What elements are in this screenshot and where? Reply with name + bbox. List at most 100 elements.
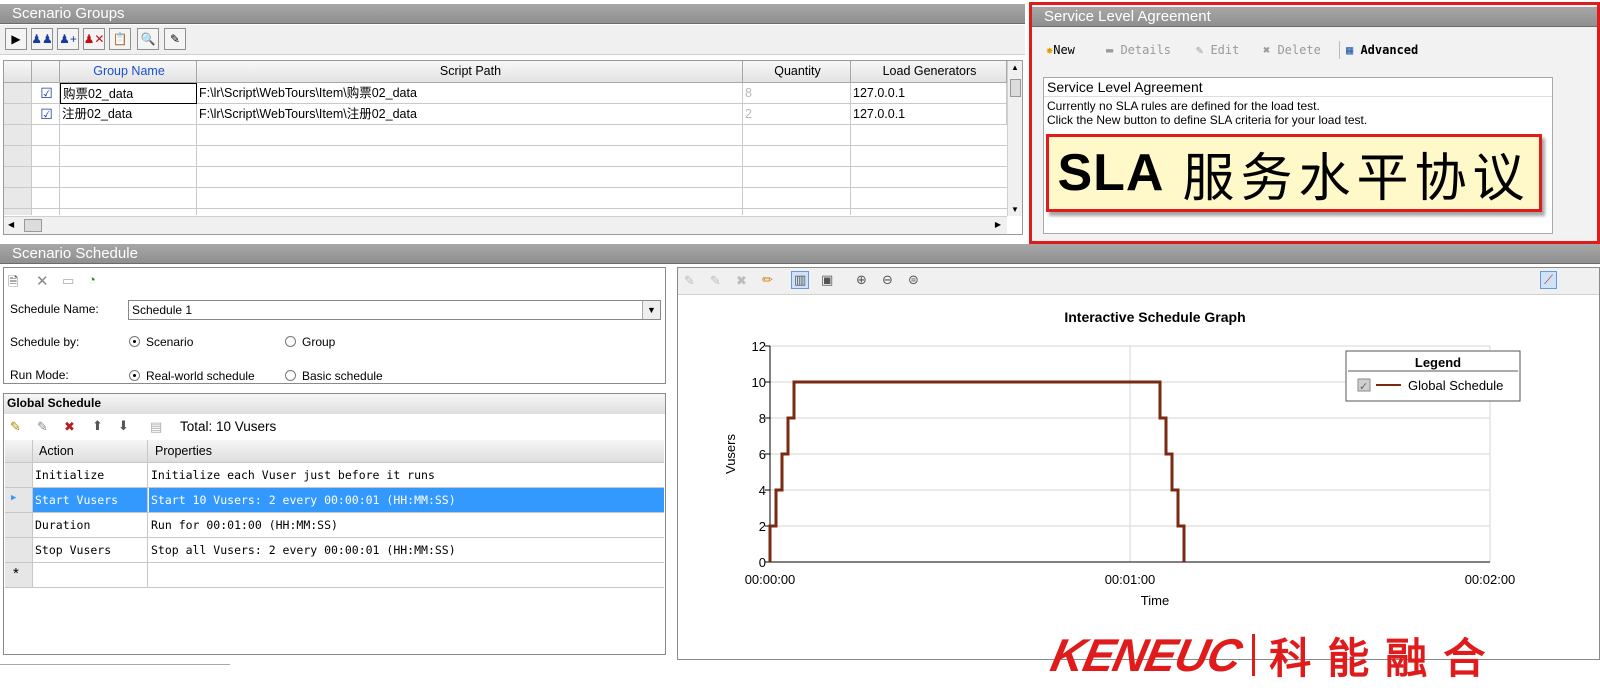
edit-sla-button[interactable]: ✎ Edit [1196,43,1239,57]
checkmark-icon: ✓ [1359,380,1368,393]
scroll-right-arrow[interactable]: ▶ [995,220,1001,229]
group-name-cell[interactable]: 注册02_data [60,104,197,125]
details-button[interactable]: 🔍 [137,28,159,50]
edit-action-icon[interactable]: ✎ [37,419,48,435]
clipboard-button[interactable]: 📋 [109,28,131,50]
schedule-row-duration[interactable]: Duration Run for 00:01:00 (HH:MM:SS) [5,513,664,538]
scenario-groups-grid: Group Name Script Path Quantity Load Gen… [3,60,1023,235]
column-action: Action [33,440,148,462]
row-header[interactable] [4,104,32,125]
scenario-schedule-title: Scenario Schedule [12,245,138,262]
x-tick-label: 00:02:00 [1465,572,1516,587]
row-header[interactable] [4,83,32,104]
scenario-groups-title: Scenario Groups [12,5,125,22]
y-tick-label: 10 [752,375,766,390]
graph-tool-3-icon[interactable]: ✖ [736,273,747,289]
action-cell: Duration [33,513,148,537]
vusers-button[interactable]: ♟♟ [31,28,53,50]
script-path-cell[interactable]: F:\lr\Script\WebTours\Item\注册02_data [197,104,743,125]
y-tick-label: 0 [759,555,766,570]
scroll-left-arrow[interactable]: ◀ [8,220,14,229]
schedule-new-row[interactable]: * [5,563,664,588]
column-script-path[interactable]: Script Path [197,61,743,83]
rename-schedule-icon[interactable]: ▭ [62,273,74,289]
move-down-icon[interactable]: ⬇ [118,418,129,434]
start-scenario-button[interactable]: ▶ [5,28,27,50]
add-vusers-button[interactable]: ♟+ [57,28,79,50]
zoom-in-icon[interactable]: ⊕ [856,272,867,288]
fit-view-icon[interactable]: ▣ [821,272,833,288]
real-world-schedule-radio[interactable]: Real-world schedule [129,369,255,383]
grid-header-row: Action Properties [5,440,664,463]
scroll-down-arrow[interactable]: ▼ [1011,205,1019,214]
group-checkbox[interactable]: ☑ [32,104,60,125]
add-action-icon[interactable]: ✎ [10,419,21,435]
advanced-icon: ▦ [1346,43,1361,57]
column-properties: Properties [155,444,212,458]
details-sla-button[interactable]: ▬ Details [1106,43,1171,57]
column-quantity[interactable]: Quantity [743,61,851,83]
global-schedule-header: Global Schedule [4,394,665,414]
new-sla-button[interactable]: ✸New [1046,43,1075,57]
graph-settings-icon[interactable]: ⟋ [1540,271,1558,289]
interactive-schedule-graph[interactable]: Interactive Schedule Graph 0 2 4 6 8 10 12 00:00… [678,296,1599,656]
y-tick-label: 8 [759,411,766,426]
schedule-row-start-vusers[interactable]: ▶ Start Vusers Start 10 Vusers: 2 every … [5,488,664,513]
watermark-separator [1252,634,1256,676]
new-schedule-icon[interactable]: 🗎 [8,273,18,295]
schedule-by-scenario-radio[interactable]: Scenario [129,335,193,349]
edit-script-button[interactable]: ✎ [164,28,186,50]
vertical-scrollbar[interactable]: ▲ ▼ [1007,61,1022,216]
delete-schedule-icon[interactable]: ✕ [36,272,49,290]
sla-box-title: Service Level Agreement [1044,78,1552,97]
pencil-icon: ✎ [1196,43,1211,57]
action-cell [33,563,148,587]
properties-cell: Start 10 Vusers: 2 every 00:00:01 (HH:MM… [149,488,664,512]
remove-vusers-button[interactable]: ♟✕ [83,28,105,50]
pencil-icon[interactable]: ✏ [762,272,773,288]
move-up-icon[interactable]: ⬆ [92,418,103,434]
graph-view-icon[interactable]: ▥ [791,271,810,289]
script-path-cell[interactable]: F:\lr\Script\WebTours\Item\购票02_data [197,83,743,104]
schedule-row-initialize[interactable]: Initialize Initialize each Vuser just be… [5,463,664,488]
footer-divider [0,664,230,665]
group-name-cell[interactable]: 购票02_data [60,83,197,104]
row-header [5,513,33,537]
basic-schedule-radio[interactable]: Basic schedule [285,369,383,383]
row-header [5,463,33,487]
toolbar-divider [1339,41,1340,59]
sla-banner: SLA 服务水平协议 [1046,134,1542,212]
sla-banner-cn: 服务水平协议 [1182,149,1531,208]
run-mode-label: Run Mode: [10,368,69,382]
details-icon: ▬ [1106,43,1121,57]
horizontal-scroll-thumb[interactable] [24,219,42,232]
advanced-sla-button[interactable]: ▦ Advanced [1346,43,1418,57]
add-vusers-icon: ♟+ [59,32,77,46]
quantity-cell[interactable]: 8 [743,83,851,104]
zoom-reset-icon[interactable]: ⊜ [908,272,919,288]
zoom-out-icon[interactable]: ⊖ [882,272,893,288]
quantity-cell[interactable]: 2 [743,104,851,125]
schedule-by-group-radio[interactable]: Group [285,335,335,349]
delete-sla-button[interactable]: ✖ Delete [1263,43,1321,57]
copy-icon[interactable]: ▤ [150,419,162,435]
graph-tool-2-icon[interactable]: ✎ [710,273,721,289]
watermark-cn: 科能融合 [1269,634,1502,682]
properties-cell: Initialize each Vuser just before it run… [151,468,435,482]
column-load-generators[interactable]: Load Generators [851,61,1007,83]
schedule-by-label: Schedule by: [10,335,80,349]
graph-toolbar: ✎ ✎ ✖ ✏ ▥ ▣ ⊕ ⊖ ⊜ ⟋ [678,268,1599,295]
group-checkbox[interactable]: ☑ [32,83,60,104]
load-generator-cell[interactable]: 127.0.0.1 [851,83,1007,104]
delete-action-icon[interactable]: ✖ [64,419,75,435]
load-generator-cell[interactable]: 127.0.0.1 [851,104,1007,125]
scroll-up-arrow[interactable]: ▲ [1011,63,1019,72]
column-group-name[interactable]: Group Name [60,61,197,83]
schedule-row-stop-vusers[interactable]: Stop Vusers Stop all Vusers: 2 every 00:… [5,538,664,563]
schedule-run-icon[interactable]: ◔ [88,272,96,287]
vertical-scroll-thumb[interactable] [1010,79,1021,97]
horizontal-scrollbar[interactable]: ◀ ▶ [4,216,1007,234]
graph-tool-1-icon[interactable]: ✎ [684,273,695,289]
schedule-name-select[interactable]: Schedule 1 ▼ [128,300,661,320]
chevron-down-icon[interactable]: ▼ [642,301,660,319]
